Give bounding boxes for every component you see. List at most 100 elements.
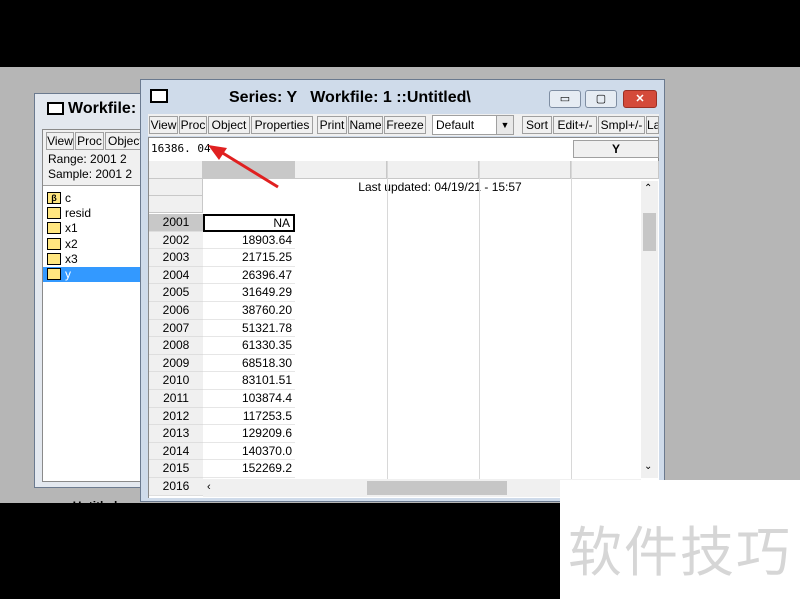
workfile-proc-button[interactable]: Proc [75, 132, 104, 150]
row-header[interactable]: 2009 [149, 354, 203, 373]
table-row: 2005 31649.29 [149, 284, 641, 302]
workfile-window-title: Workfile: [68, 100, 137, 117]
table-row: 2008 61330.35 [149, 337, 641, 355]
row-header[interactable]: 2001 [149, 214, 203, 232]
scroll-thumb[interactable] [643, 213, 656, 251]
freeze-button[interactable]: Freeze [384, 116, 426, 134]
value-cell[interactable]: 31649.29 [203, 284, 295, 302]
row-header[interactable]: 2002 [149, 231, 203, 250]
value-cell[interactable]: 103874.4 [203, 390, 295, 408]
empty-column-header [295, 161, 387, 179]
proc-button[interactable]: Proc [179, 116, 207, 134]
scroll-down-icon[interactable]: ⌄ [644, 461, 652, 472]
series-icon [47, 207, 61, 220]
value-cell[interactable]: 18903.64 [203, 232, 295, 250]
workfile-item-label: c [65, 191, 71, 205]
close-button[interactable]: ✕ [623, 90, 657, 108]
row-header[interactable]: 2013 [149, 425, 203, 443]
label-button[interactable]: La [646, 116, 659, 134]
value-cell[interactable]: 140370.0 [203, 443, 295, 461]
scroll-left-icon[interactable]: ‹ [207, 481, 211, 493]
view-button[interactable]: View [149, 116, 178, 134]
coefficient-icon: β [47, 192, 61, 204]
watermark-area: 软件技巧 [560, 480, 800, 599]
table-row: 2007 51321.78 [149, 319, 641, 338]
row-header[interactable]: 2014 [149, 442, 203, 461]
empty-column-header [387, 161, 479, 179]
value-cell[interactable]: 68518.30 [203, 355, 295, 373]
name-button[interactable]: Name [348, 116, 383, 134]
row-header[interactable]: 2015 [149, 460, 203, 478]
value-cell[interactable]: 51321.78 [203, 320, 295, 338]
window-icon [47, 102, 64, 115]
row-header[interactable]: 2005 [149, 284, 203, 302]
table-row: 2001 NA [149, 214, 641, 232]
value-cell[interactable]: 117253.5 [203, 408, 295, 426]
workfile-item-label: x3 [65, 251, 78, 266]
value-cell[interactable]: 61330.35 [203, 337, 295, 355]
last-updated-label: Last updated: 04/19/21 - 15:57 [358, 180, 522, 194]
table-row: 2002 18903.64 [149, 231, 641, 250]
row-header-blank [149, 196, 203, 213]
horizontal-scroll-thumb[interactable] [367, 481, 507, 495]
corner-header [149, 161, 203, 179]
empty-column-header [571, 161, 659, 179]
table-row: 2010 83101.51 [149, 372, 641, 390]
series-icon [47, 268, 61, 280]
value-cell[interactable]: 38760.20 [203, 302, 295, 320]
workfile-item-label: x2 [65, 236, 78, 251]
chevron-down-icon[interactable]: ▼ [496, 116, 513, 134]
value-cell[interactable]: 21715.25 [203, 249, 295, 267]
minimize-button[interactable]: ▭ [549, 90, 581, 108]
table-row: 2013 129209.6 [149, 425, 641, 443]
series-window: Series: Y Workfile: 1 ::Untitled\ ▭ ▢ ✕ … [140, 79, 665, 502]
vertical-scrollbar[interactable]: ⌃ ⌄ [641, 181, 658, 478]
workfile-item-label: x1 [65, 221, 78, 236]
value-cell[interactable]: NA [203, 214, 295, 232]
table-row: 2012 117253.5 [149, 407, 641, 426]
row-header[interactable]: 2007 [149, 319, 203, 338]
maximize-button[interactable]: ▢ [585, 90, 617, 108]
cell-edit-field[interactable]: 16386. 04 [149, 138, 575, 160]
properties-button[interactable]: Properties [251, 116, 313, 134]
row-header[interactable]: 2010 [149, 372, 203, 390]
value-cell[interactable]: 26396.47 [203, 267, 295, 285]
sort-button[interactable]: Sort [522, 116, 552, 134]
series-icon [47, 252, 61, 265]
value-cell[interactable]: 83101.51 [203, 372, 295, 390]
object-button[interactable]: Object [208, 116, 250, 134]
row-header[interactable]: 2008 [149, 337, 203, 355]
tab-nav-arrows[interactable]: < > [43, 499, 63, 513]
print-button[interactable]: Print [317, 116, 347, 134]
table-row: 2015 152269.2 [149, 460, 641, 478]
watermark-text: 软件技巧 [568, 521, 792, 584]
edit-toggle-button[interactable]: Edit+/- [553, 116, 597, 134]
display-format-value: Default [436, 118, 475, 132]
row-header[interactable]: 2003 [149, 249, 203, 267]
value-cell[interactable]: 129209.6 [203, 425, 295, 443]
row-header[interactable]: 2004 [149, 266, 203, 285]
empty-column-header [479, 161, 571, 179]
smpl-toggle-button[interactable]: Smpl+/- [598, 116, 645, 134]
row-header[interactable]: 2011 [149, 390, 203, 408]
series-icon [47, 222, 61, 235]
column-header-y[interactable]: Y [573, 140, 659, 158]
table-row: 2006 38760.20 [149, 302, 641, 320]
row-header[interactable]: 2006 [149, 302, 203, 320]
data-column-header[interactable] [203, 161, 295, 179]
series-toolbar: View Proc Object Properties Print Name F… [148, 114, 659, 136]
workfile-item-label: y [65, 267, 71, 281]
spreadsheet-panel: 16386. 04 Y Last updated: 04/19/21 - 15:… [148, 137, 659, 498]
window-icon [150, 89, 168, 103]
value-cell[interactable]: 152269.2 [203, 460, 295, 478]
tab-untitled[interactable]: Untitled [67, 499, 118, 513]
table-row: 2009 68518.30 [149, 354, 641, 373]
row-header[interactable]: 2012 [149, 407, 203, 426]
table-row: 2003 21715.25 [149, 249, 641, 267]
series-icon [47, 237, 61, 250]
table-row: 2004 26396.47 [149, 266, 641, 285]
scroll-up-icon[interactable]: ⌃ [644, 183, 652, 194]
row-header[interactable]: 2016 [149, 478, 203, 496]
display-format-select[interactable]: Default ▼ [432, 115, 514, 135]
workfile-view-button[interactable]: View [46, 132, 74, 150]
